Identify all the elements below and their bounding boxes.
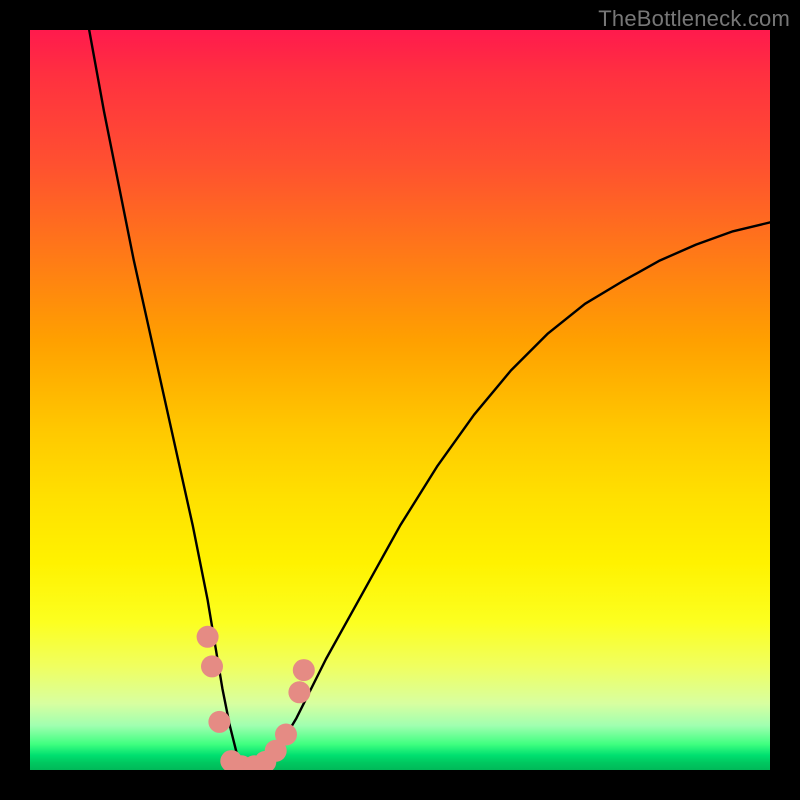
marker-dot [208,711,230,733]
marker-dot [293,659,315,681]
marker-dot [201,655,223,677]
marker-dot [288,681,310,703]
watermark-text: TheBottleneck.com [598,6,790,32]
plot-area [30,30,770,770]
marker-dot [197,626,219,648]
chart-frame: TheBottleneck.com [0,0,800,800]
marker-dot [275,724,297,746]
curve-layer [30,30,770,770]
bottleneck-curve [89,30,770,770]
